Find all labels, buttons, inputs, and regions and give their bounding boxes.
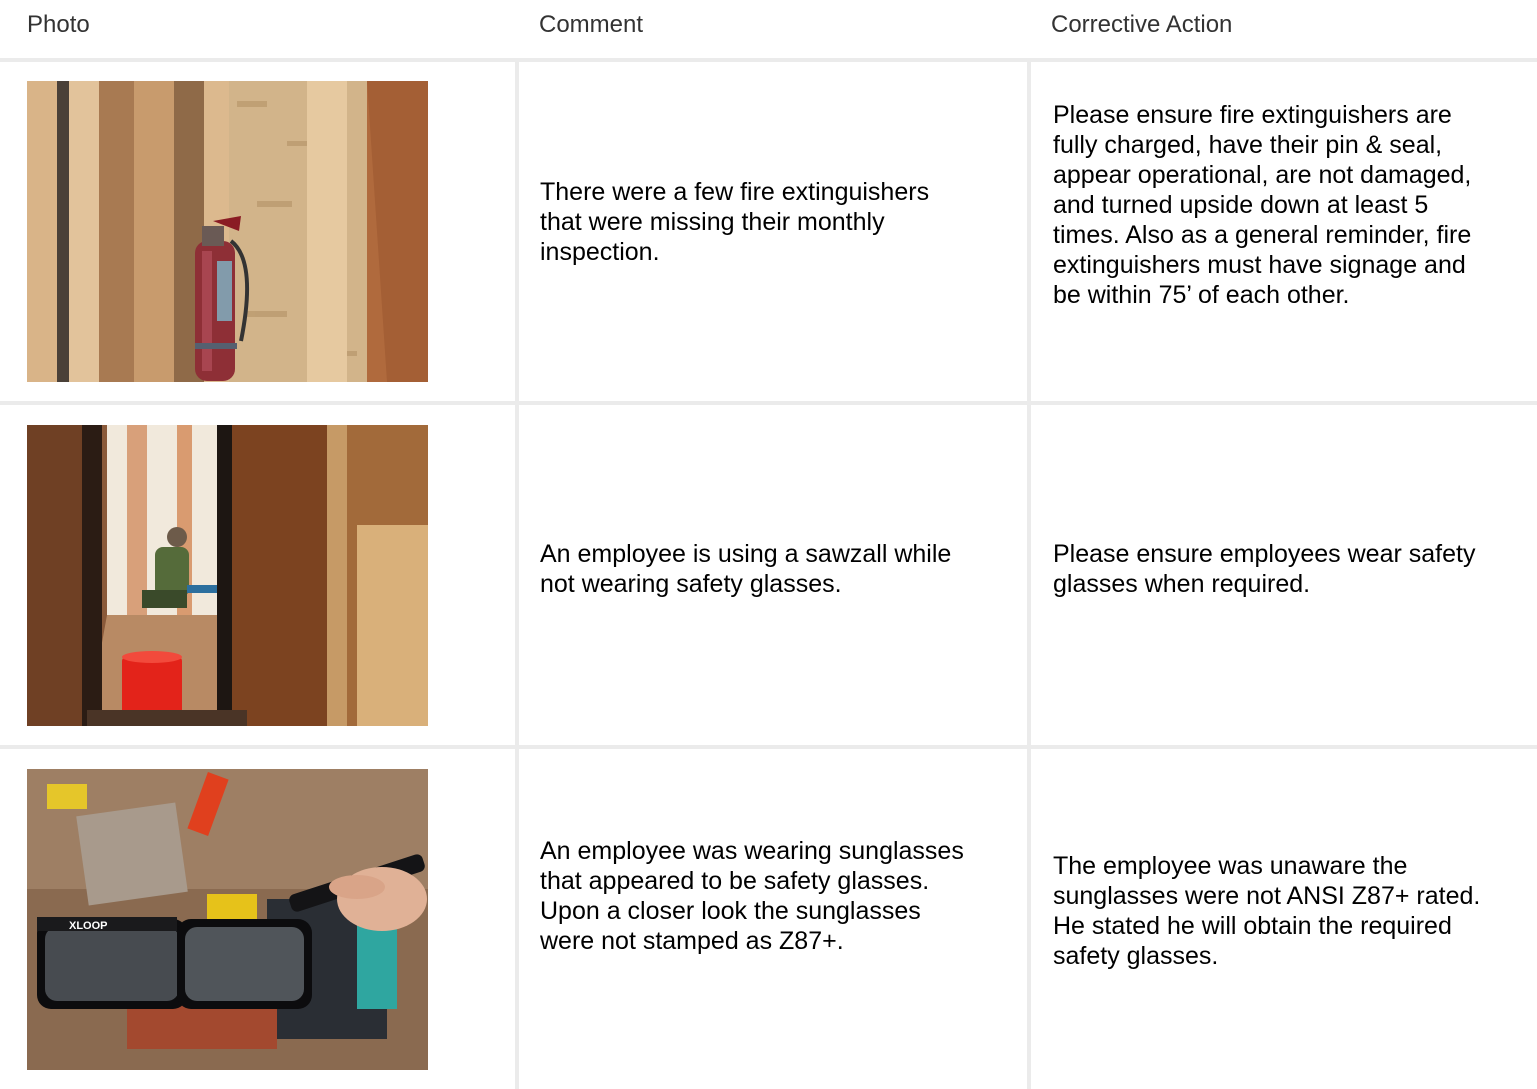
table-row: XLOOP An employee was wearing sunglasses… [0,749,1537,1089]
fire-extinguisher-photo [27,81,428,382]
header-corrective-action: Corrective Action [1051,11,1233,38]
header-photo: Photo [27,11,90,38]
corrective-action-text: Please ensure employees wear safety glas… [1053,540,1476,598]
table-row: There were a few fire extinguishers that… [0,62,1537,401]
sunglasses-brand-logo: XLOOP [69,920,108,932]
comment-text: There were a few fire extinguishers that… [540,178,930,266]
comment-text: An employee was wearing sunglasses that … [540,837,964,955]
header-comment: Comment [539,11,644,38]
comment-text: An employee is using a sawzall while not… [540,540,952,598]
corrective-action-text: Please ensure fire extinguishers are ful… [1053,101,1472,309]
corrective-action-text: The employee was unaware the sunglasses … [1053,852,1481,970]
sunglasses-photo: XLOOP [27,769,428,1070]
table-header: Photo Comment Corrective Action [0,0,1537,58]
employee-sawzall-photo [27,425,428,726]
table-row: An employee is using a sawzall while not… [0,405,1537,745]
